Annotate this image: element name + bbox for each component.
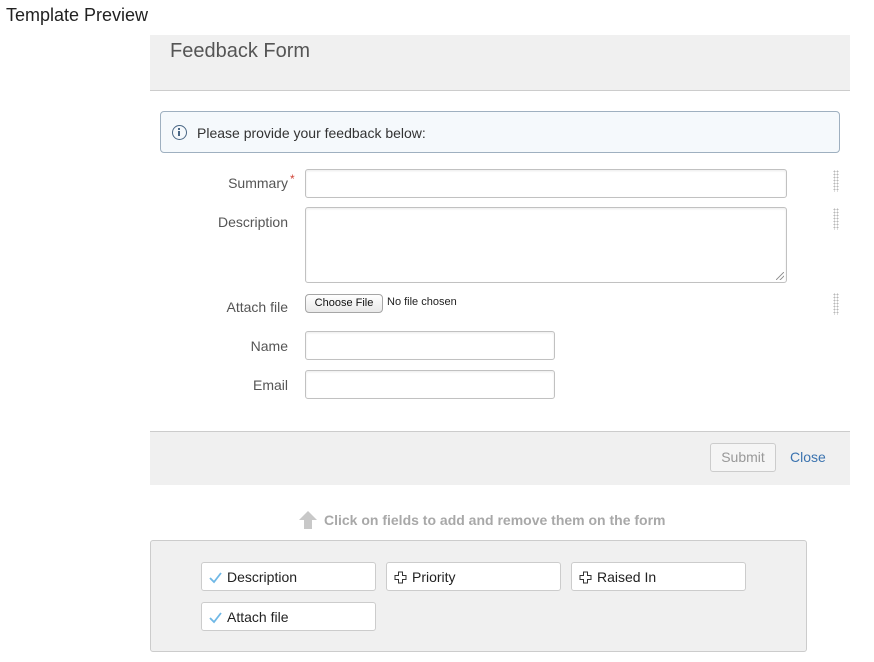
description-label: Description — [217, 214, 288, 230]
field-chip-label: Priority — [412, 569, 456, 585]
close-link[interactable]: Close — [790, 449, 826, 465]
choose-file-button[interactable]: Choose File — [305, 294, 383, 313]
summary-drag-handle[interactable] — [833, 170, 839, 192]
check-icon — [209, 572, 222, 584]
file-status: No file chosen — [387, 296, 457, 308]
form-title: Feedback Form — [170, 40, 311, 62]
dialog-header: Feedback Form — [150, 35, 850, 91]
name-input[interactable] — [305, 331, 555, 360]
attach-file-label: Attach file — [226, 299, 288, 315]
required-marker: * — [290, 172, 295, 186]
description-drag-handle[interactable] — [833, 208, 839, 230]
description-textarea[interactable] — [305, 207, 787, 283]
summary-input[interactable] — [305, 169, 787, 198]
name-label: Name — [250, 338, 288, 354]
field-picker-hint: Click on fields to add and remove them o… — [324, 512, 666, 528]
field-picker-panel: Description Priority Raised In Attach fi… — [150, 540, 807, 652]
field-chip-priority[interactable]: Priority — [386, 562, 561, 591]
info-message: Please provide your feedback below: — [197, 125, 426, 141]
up-arrow-icon — [299, 511, 317, 529]
plus-icon — [579, 571, 592, 584]
plus-icon — [394, 571, 407, 584]
email-label: Email — [252, 377, 288, 393]
email-input[interactable] — [305, 370, 555, 399]
attach-drag-handle[interactable] — [833, 293, 839, 315]
field-chip-label: Raised In — [597, 569, 657, 585]
page-title: Template Preview — [6, 5, 149, 25]
info-message-box: Please provide your feedback below: — [160, 111, 840, 153]
info-icon — [172, 125, 187, 140]
field-chip-attach-file[interactable]: Attach file — [201, 602, 376, 631]
resize-grip-icon[interactable] — [776, 272, 784, 280]
field-chip-label: Attach file — [227, 609, 289, 625]
field-chip-raised-in[interactable]: Raised In — [571, 562, 746, 591]
check-icon — [209, 612, 222, 624]
submit-button[interactable]: Submit — [710, 443, 776, 472]
summary-label: Summary — [228, 175, 288, 191]
dialog-footer: Submit Close — [150, 431, 850, 485]
field-chip-label: Description — [227, 569, 298, 585]
field-chip-description[interactable]: Description — [201, 562, 376, 591]
